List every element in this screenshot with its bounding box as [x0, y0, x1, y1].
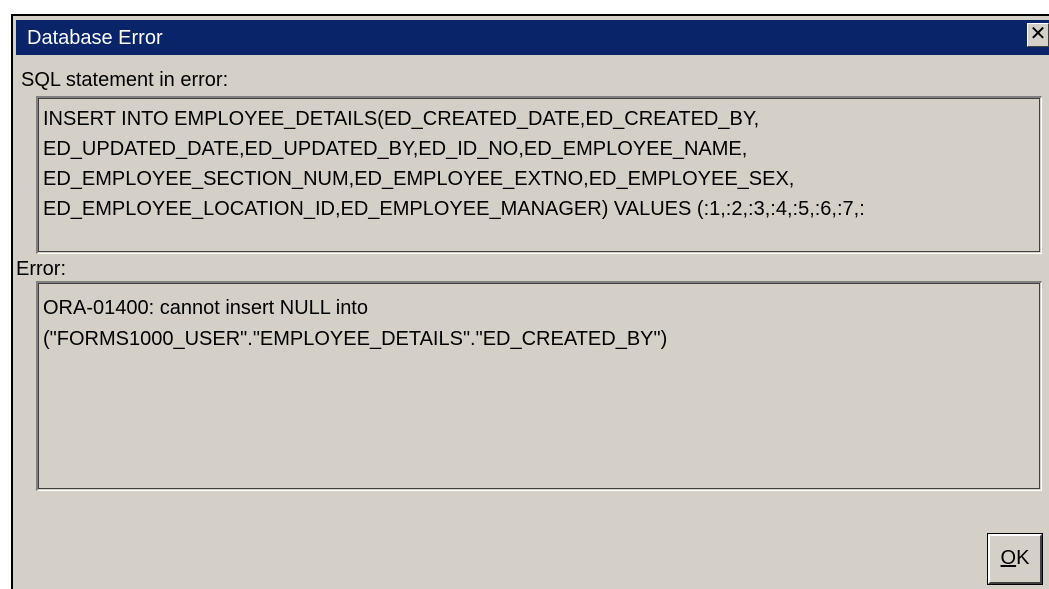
ok-label: K: [1016, 547, 1030, 569]
sql-line: ED_EMPLOYEE_LOCATION_ID,ED_EMPLOYEE_MANA…: [43, 198, 865, 220]
dialog-title: Database Error: [27, 27, 163, 49]
ok-button[interactable]: OK: [987, 533, 1043, 585]
error-message-text: ORA-01400: cannot insert NULL into ("FOR…: [43, 293, 1039, 355]
title-bar[interactable]: Database Error ✕: [16, 20, 1049, 55]
error-message-field[interactable]: ORA-01400: cannot insert NULL into ("FOR…: [36, 281, 1042, 491]
error-line: ("FORMS1000_USER"."EMPLOYEE_DETAILS"."ED…: [43, 328, 668, 350]
sql-statement-text: INSERT INTO EMPLOYEE_DETAILS(ED_CREATED_…: [43, 104, 1039, 224]
sql-statement-field[interactable]: INSERT INTO EMPLOYEE_DETAILS(ED_CREATED_…: [36, 96, 1042, 254]
close-icon: ✕: [1029, 23, 1047, 45]
error-label: Error:: [16, 258, 66, 280]
sql-line: ED_UPDATED_DATE,ED_UPDATED_BY,ED_ID_NO,E…: [43, 138, 748, 160]
sql-line: ED_EMPLOYEE_SECTION_NUM,ED_EMPLOYEE_EXTN…: [43, 168, 795, 190]
ok-mnemonic: O: [1000, 547, 1017, 569]
sql-line: INSERT INTO EMPLOYEE_DETAILS(ED_CREATED_…: [43, 108, 760, 130]
error-line: ORA-01400: cannot insert NULL into: [43, 297, 368, 319]
close-button[interactable]: ✕: [1027, 23, 1049, 47]
sql-statement-label: SQL statement in error:: [21, 69, 229, 91]
database-error-dialog: Database Error ✕ SQL statement in error:…: [11, 14, 1049, 589]
